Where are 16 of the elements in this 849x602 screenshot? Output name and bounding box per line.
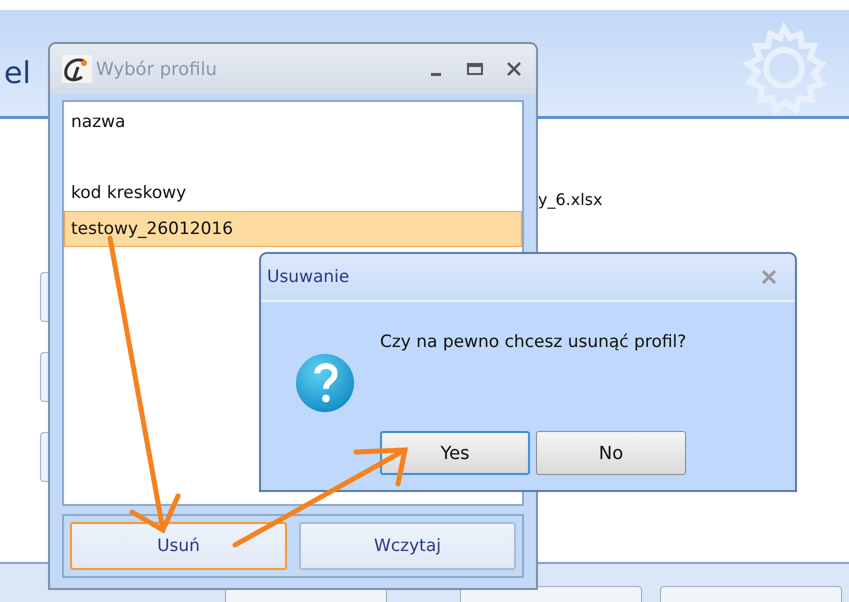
window-title: el <box>4 56 31 91</box>
dialog-button[interactable]: Yes <box>380 431 530 475</box>
maximize-icon[interactable] <box>466 61 484 77</box>
dialog-button[interactable]: Wczytaj <box>299 522 516 570</box>
list-item[interactable]: kod kreskowy <box>64 175 522 211</box>
app-logo-icon <box>62 55 92 83</box>
window-title: Wybór profilu <box>96 58 217 80</box>
close-icon[interactable] <box>506 61 522 77</box>
file-name: y_6.xlsx <box>538 190 602 209</box>
dialog-button[interactable]: Usuń <box>70 522 287 570</box>
dialog-message: Czy na pewno chcesz usunąć profil? <box>380 332 686 352</box>
dialog-title: Usuwanie <box>267 267 350 287</box>
dialog-button[interactable]: No <box>536 431 686 475</box>
question-icon <box>294 352 356 414</box>
list-item[interactable]: nazwa <box>64 104 522 140</box>
list-item[interactable]: testowy_26012016 <box>64 211 522 247</box>
